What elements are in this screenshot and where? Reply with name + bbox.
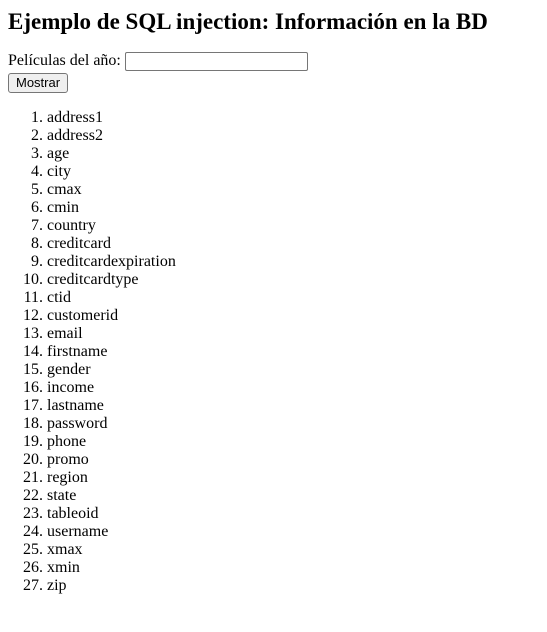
year-field-row: Películas del año: [8, 50, 539, 72]
list-item: creditcardtype [47, 271, 539, 289]
list-item: promo [47, 451, 539, 469]
list-item: zip [47, 577, 539, 595]
list-item: email [47, 325, 539, 343]
list-item: xmin [47, 559, 539, 577]
year-label: Películas del año: [8, 52, 121, 69]
list-item: creditcardexpiration [47, 253, 539, 271]
list-item: xmax [47, 541, 539, 559]
list-item: region [47, 469, 539, 487]
list-item: username [47, 523, 539, 541]
list-item: lastname [47, 397, 539, 415]
year-input[interactable] [124, 51, 308, 71]
list-item: cmax [47, 181, 539, 199]
list-item: tableoid [47, 505, 539, 523]
page-title: Ejemplo de SQL injection: Información en… [8, 9, 488, 34]
list-item: address2 [47, 127, 539, 145]
list-item: address1 [47, 109, 539, 127]
list-item: age [47, 145, 539, 163]
list-item: ctid [47, 289, 539, 307]
list-item: state [47, 487, 539, 505]
show-button[interactable]: Mostrar [8, 73, 69, 93]
list-item: income [47, 379, 539, 397]
list-item: firstname [47, 343, 539, 361]
list-item: city [47, 163, 539, 181]
list-item: cmin [47, 199, 539, 217]
list-item: country [47, 217, 539, 235]
year-search-form: Películas del año: Mostrar [8, 50, 539, 93]
list-item: password [47, 415, 539, 433]
list-item: creditcard [47, 235, 539, 253]
list-item: customerid [47, 307, 539, 325]
column-list: address1 address2 age city cmax cmin cou… [8, 109, 539, 595]
list-item: gender [47, 361, 539, 379]
list-item: phone [47, 433, 539, 451]
page: Ejemplo de SQL injection: Información en… [0, 8, 547, 595]
